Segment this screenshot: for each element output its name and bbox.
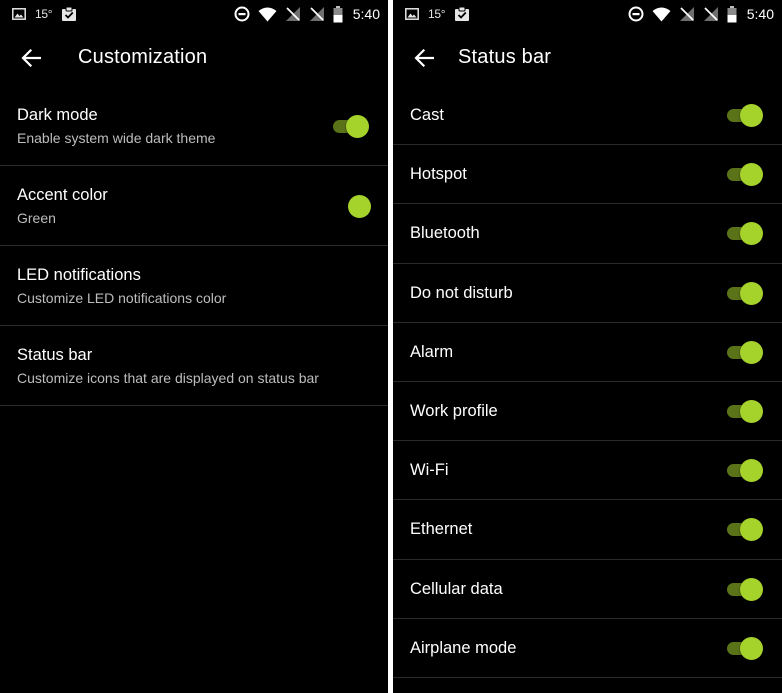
- led-notifications-item[interactable]: LED notifications Customize LED notifica…: [0, 246, 388, 326]
- temperature-text: 15°: [428, 7, 446, 21]
- no-signal-icon: [679, 6, 695, 22]
- toggle-thumb: [740, 340, 763, 364]
- work-profile-item[interactable]: Work profile: [393, 382, 782, 442]
- bluetooth-label: Bluetooth: [410, 224, 480, 243]
- customization-list: Dark mode Enable system wide dark theme …: [0, 86, 388, 406]
- alarm-toggle[interactable]: [727, 340, 763, 364]
- status-bar-title: Status bar: [17, 346, 93, 364]
- cast-toggle[interactable]: [727, 103, 763, 127]
- dark-mode-toggle[interactable]: [333, 114, 369, 138]
- airplane-mode-toggle[interactable]: [727, 636, 763, 660]
- toggle-thumb: [740, 104, 763, 127]
- dark-mode-summary: Enable system wide dark theme: [17, 130, 216, 146]
- wifi-item[interactable]: Wi-Fi: [393, 441, 782, 501]
- back-arrow-icon: [21, 49, 41, 67]
- clock-text: 5:40: [746, 6, 774, 22]
- clipboard-check-icon: [454, 6, 470, 22]
- cellular-data-toggle[interactable]: [727, 577, 763, 601]
- airplane-mode-item[interactable]: Airplane mode: [393, 619, 782, 678]
- status-bar: 15° 5:40: [393, 0, 782, 28]
- bluetooth-toggle[interactable]: [727, 221, 763, 246]
- no-signal-icon: [285, 6, 301, 22]
- toggle-thumb: [346, 115, 369, 138]
- alarm-item[interactable]: Alarm: [393, 323, 782, 382]
- page-title: Customization: [78, 46, 208, 68]
- toggle-thumb: [740, 399, 763, 423]
- cellular-data-item[interactable]: Cellular data: [393, 560, 782, 619]
- cast-item[interactable]: Cast: [393, 86, 782, 146]
- app-bar: Status bar: [393, 28, 782, 86]
- accent-color-title: Accent color: [17, 186, 108, 204]
- ethernet-toggle[interactable]: [727, 517, 763, 542]
- image-icon: [405, 8, 419, 20]
- no-signal-icon: [703, 6, 719, 22]
- clipboard-check-icon: [61, 6, 77, 22]
- toggle-thumb: [740, 163, 763, 187]
- toggle-thumb: [740, 459, 763, 483]
- cellular-data-label: Cellular data: [410, 579, 503, 598]
- airplane-mode-label: Airplane mode: [410, 638, 517, 657]
- toggle-thumb: [740, 281, 763, 305]
- do-not-disturb-item[interactable]: Do not disturb: [393, 264, 782, 323]
- battery-icon: [333, 5, 343, 23]
- back-arrow-icon: [414, 49, 434, 67]
- dark-mode-item[interactable]: Dark mode Enable system wide dark theme: [0, 86, 388, 166]
- image-icon: [12, 8, 26, 20]
- back-button[interactable]: [411, 45, 437, 71]
- hotspot-toggle[interactable]: [727, 162, 763, 187]
- do-not-disturb-label: Do not disturb: [410, 283, 513, 302]
- battery-icon: [727, 5, 737, 23]
- bluetooth-item[interactable]: Bluetooth: [393, 204, 782, 264]
- back-button[interactable]: [18, 45, 44, 71]
- status-bar-item[interactable]: Status bar Customize icons that are disp…: [0, 326, 388, 406]
- accent-color-item[interactable]: Accent color Green: [0, 166, 388, 246]
- temperature-text: 15°: [35, 7, 53, 21]
- toggle-thumb: [740, 577, 763, 601]
- status-bar-screen: 15° 5:40 Status bar Cast Hotspot Bluetoo…: [393, 0, 782, 693]
- wifi-icon: [652, 7, 671, 22]
- hotspot-label: Hotspot: [410, 165, 467, 184]
- wifi-icon: [258, 7, 277, 22]
- wifi-label: Wi-Fi: [410, 461, 449, 480]
- page-title: Status bar: [458, 46, 552, 68]
- no-signal-icon: [309, 6, 325, 22]
- status-bar-icon-list: Cast Hotspot Bluetooth Do not disturb Al…: [393, 86, 782, 678]
- accent-color-swatch[interactable]: [348, 195, 371, 218]
- customization-screen: 15° 5:40 Customization Dark mode Enable …: [0, 0, 388, 693]
- clock-text: 5:40: [352, 6, 380, 22]
- data-saver-icon: [628, 6, 644, 22]
- alarm-label: Alarm: [410, 342, 454, 361]
- wifi-toggle[interactable]: [727, 458, 763, 483]
- toggle-thumb: [740, 636, 763, 660]
- toggle-thumb: [740, 222, 763, 246]
- cast-label: Cast: [410, 106, 444, 124]
- status-bar-summary: Customize icons that are displayed on st…: [17, 370, 319, 386]
- dark-mode-title: Dark mode: [17, 106, 98, 124]
- app-bar: Customization: [0, 28, 388, 86]
- led-notifications-title: LED notifications: [17, 266, 141, 284]
- hotspot-item[interactable]: Hotspot: [393, 145, 782, 205]
- ethernet-item[interactable]: Ethernet: [393, 500, 782, 560]
- led-notifications-summary: Customize LED notifications color: [17, 290, 227, 306]
- ethernet-label: Ethernet: [410, 520, 473, 539]
- status-bar: 15° 5:40: [0, 0, 388, 28]
- accent-color-summary: Green: [17, 210, 56, 226]
- work-profile-label: Work profile: [410, 401, 498, 420]
- do-not-disturb-toggle[interactable]: [727, 281, 763, 305]
- work-profile-toggle[interactable]: [727, 399, 763, 423]
- data-saver-icon: [234, 6, 250, 22]
- toggle-thumb: [740, 518, 763, 542]
